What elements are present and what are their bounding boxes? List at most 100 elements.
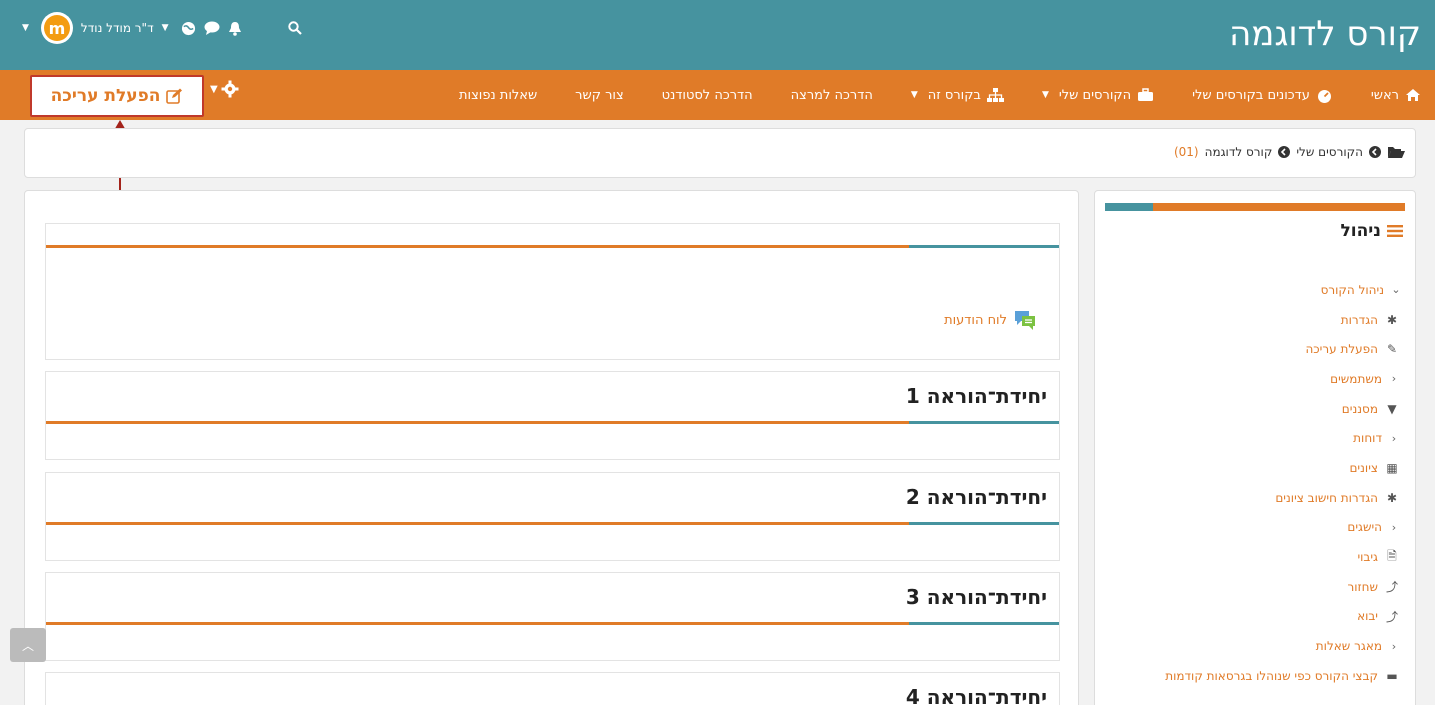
table-icon: ▦ [1386, 460, 1398, 475]
section-title[interactable]: יחידת־הוראה 1 [906, 384, 1047, 408]
item-label: מאגר שאלות [1315, 639, 1382, 654]
turn-editing-on-button[interactable]: הפעלת עריכה [30, 75, 204, 117]
user-menu-caret-icon[interactable]: ▼ [22, 23, 29, 33]
search-icon[interactable] [287, 21, 302, 35]
scroll-to-top-button[interactable]: ︿ [10, 628, 46, 662]
course-settings-menu[interactable]: ▼ [210, 80, 239, 98]
chevron-right-icon: ‹ [1391, 639, 1397, 653]
course-section-general: לוח הודעות [45, 223, 1060, 360]
nav-item-student-guide[interactable]: הדרכה לסטודנט [662, 88, 753, 103]
admin-turn-editing-on[interactable]: ✎ הפעלת עריכה [1165, 334, 1401, 364]
nav-label: הדרכה לסטודנט [661, 87, 753, 103]
nav-item-faq[interactable]: שאלות נפוצות [459, 88, 537, 103]
admin-grades[interactable]: ▦ ציונים [1165, 453, 1401, 483]
chevron-circle-left-icon [1278, 146, 1291, 158]
item-label: שחזור [1347, 579, 1378, 594]
gear-icon: ✱ [1386, 312, 1398, 327]
item-label: ניהול הקורס [1320, 282, 1384, 297]
file-icon: 🗎 [1387, 548, 1397, 563]
admin-gradebook-setup[interactable]: ✱ הגדרות חישוב ציונים [1165, 483, 1401, 513]
nav-label: הקורסים שלי [1058, 87, 1132, 103]
section-divider [46, 622, 1059, 625]
edit-icon [166, 88, 183, 104]
item-label: משתמשים [1330, 371, 1382, 386]
dashboard-icon [1317, 89, 1331, 103]
admin-filters[interactable]: ▼ מסננים [1165, 394, 1401, 424]
forum-link-label: לוח הודעות [944, 312, 1007, 328]
chat-icon[interactable] [204, 21, 220, 35]
section-title[interactable]: יחידת־הוראה 4 [906, 685, 1047, 705]
chevron-right-icon: ‹ [1391, 520, 1397, 534]
globe-icon[interactable] [181, 21, 196, 36]
admin-import[interactable]: ⤴ יבוא [1165, 602, 1401, 632]
item-label: הגדרות חישוב ציונים [1275, 490, 1378, 505]
admin-badges[interactable]: ‹ הישגים [1165, 513, 1401, 543]
chevron-down-icon: ▼ [1041, 90, 1049, 100]
filter-icon: ▼ [1387, 401, 1397, 416]
forum-icon [1015, 311, 1035, 330]
item-label: מסננים [1341, 401, 1378, 416]
avatar[interactable]: m [40, 12, 73, 44]
block-title-label: ניהול [1340, 221, 1381, 241]
nav-label: ראשי [1370, 87, 1399, 103]
administration-block: ניהול ⌄ ניהול הקורס ✱ הגדרות ✎ הפעלת עריכה … [1094, 190, 1416, 705]
pencil-icon: ✎ [1386, 342, 1398, 357]
nav-label: עדכונים בקורסים שלי [1192, 87, 1310, 103]
section-divider [46, 245, 1059, 248]
chevron-down-icon: ▼ [910, 90, 918, 100]
admin-users[interactable]: ‹ משתמשים [1165, 364, 1401, 394]
item-label: יבוא [1357, 609, 1378, 624]
folder-open-icon [1388, 147, 1405, 158]
nav-item-lecturer-guide[interactable]: הדרכה למרצה [791, 88, 873, 103]
nav-label: שאלות נפוצות [459, 87, 538, 103]
chevron-up-icon: ︿ [21, 638, 34, 653]
item-label: ציונים [1349, 460, 1378, 475]
chevron-down-icon: ⌄ [1391, 283, 1401, 297]
nav-item-this-course[interactable]: בקורס זה ▼ [910, 87, 1004, 103]
bell-icon[interactable] [228, 21, 242, 36]
section-title[interactable]: יחידת־הוראה 2 [906, 485, 1047, 509]
gear-icon: ✱ [1386, 490, 1398, 505]
nav-item-updates[interactable]: עדכונים בקורסים שלי [1192, 88, 1333, 103]
breadcrumb-course[interactable]: קורס לדוגמה [1205, 145, 1273, 159]
breadcrumb-my-courses[interactable]: הקורסים שלי [1296, 145, 1363, 159]
item-label: הפעלת עריכה [1305, 342, 1378, 357]
menu-icon[interactable] [1387, 224, 1403, 238]
folder-icon: ▬ [1386, 668, 1398, 683]
course-section-1: יחידת־הוראה 1 [45, 371, 1060, 460]
nav-item-my-courses[interactable]: הקורסים שלי ▼ [1042, 88, 1154, 103]
admin-restore[interactable]: ⤴ שחזור [1165, 572, 1401, 602]
nav-item-contact[interactable]: צור קשר [575, 88, 624, 103]
upload-icon: ⤴ [1386, 609, 1399, 624]
item-label: קבצי הקורס כפי שנוהלו בגרסאות קודמות [1165, 668, 1378, 683]
item-label: הגדרות [1340, 312, 1378, 327]
forum-link[interactable]: לוח הודעות [944, 309, 1037, 331]
admin-legacy-files[interactable]: ▬ קבצי הקורס כפי שנוהלו בגרסאות קודמות [1165, 661, 1401, 691]
course-section-3: יחידת־הוראה 3 [45, 572, 1060, 661]
language-caret-icon[interactable]: ▼ [162, 23, 169, 33]
sitemap-icon [986, 87, 1004, 102]
course-content: לוח הודעות יחידת־הוראה 1 יחידת־הוראה 2 י… [24, 190, 1079, 705]
nav-label: בקורס זה [927, 87, 981, 103]
upload-icon: ⤴ [1386, 580, 1399, 595]
item-label: דוחות [1353, 431, 1382, 446]
user-name[interactable]: ד"ר מודל נודל [81, 21, 154, 35]
admin-settings[interactable]: ✱ הגדרות [1165, 305, 1401, 335]
section-title[interactable]: יחידת־הוראה 3 [906, 585, 1047, 609]
block-title: ניהול [1340, 221, 1403, 241]
admin-backup[interactable]: 🗎 גיבוי [1165, 542, 1401, 572]
section-divider [46, 421, 1059, 424]
admin-reports[interactable]: ‹ דוחות [1165, 423, 1401, 453]
admin-question-bank[interactable]: ‹ מאגר שאלות [1165, 631, 1401, 661]
nav-items: ראשי עדכונים בקורסים שלי הקורסים שלי ▼ ב… [459, 70, 1421, 120]
chevron-down-icon: ▼ [210, 83, 218, 95]
briefcase-icon [1138, 88, 1154, 101]
gear-icon [221, 80, 239, 98]
section-divider [46, 522, 1059, 525]
breadcrumb: הקורסים שלי קורס לדוגמה (01) [1174, 145, 1405, 159]
admin-course-administration[interactable]: ⌄ ניהול הקורס [1165, 275, 1401, 305]
nav-item-home[interactable]: ראשי [1371, 88, 1421, 103]
site-title[interactable]: קורס לדוגמה [1229, 14, 1421, 54]
breadcrumb-bar: הקורסים שלי קורס לדוגמה (01) [24, 128, 1416, 178]
admin-tree: ⌄ ניהול הקורס ✱ הגדרות ✎ הפעלת עריכה ‹ משתמש… [1165, 275, 1401, 691]
